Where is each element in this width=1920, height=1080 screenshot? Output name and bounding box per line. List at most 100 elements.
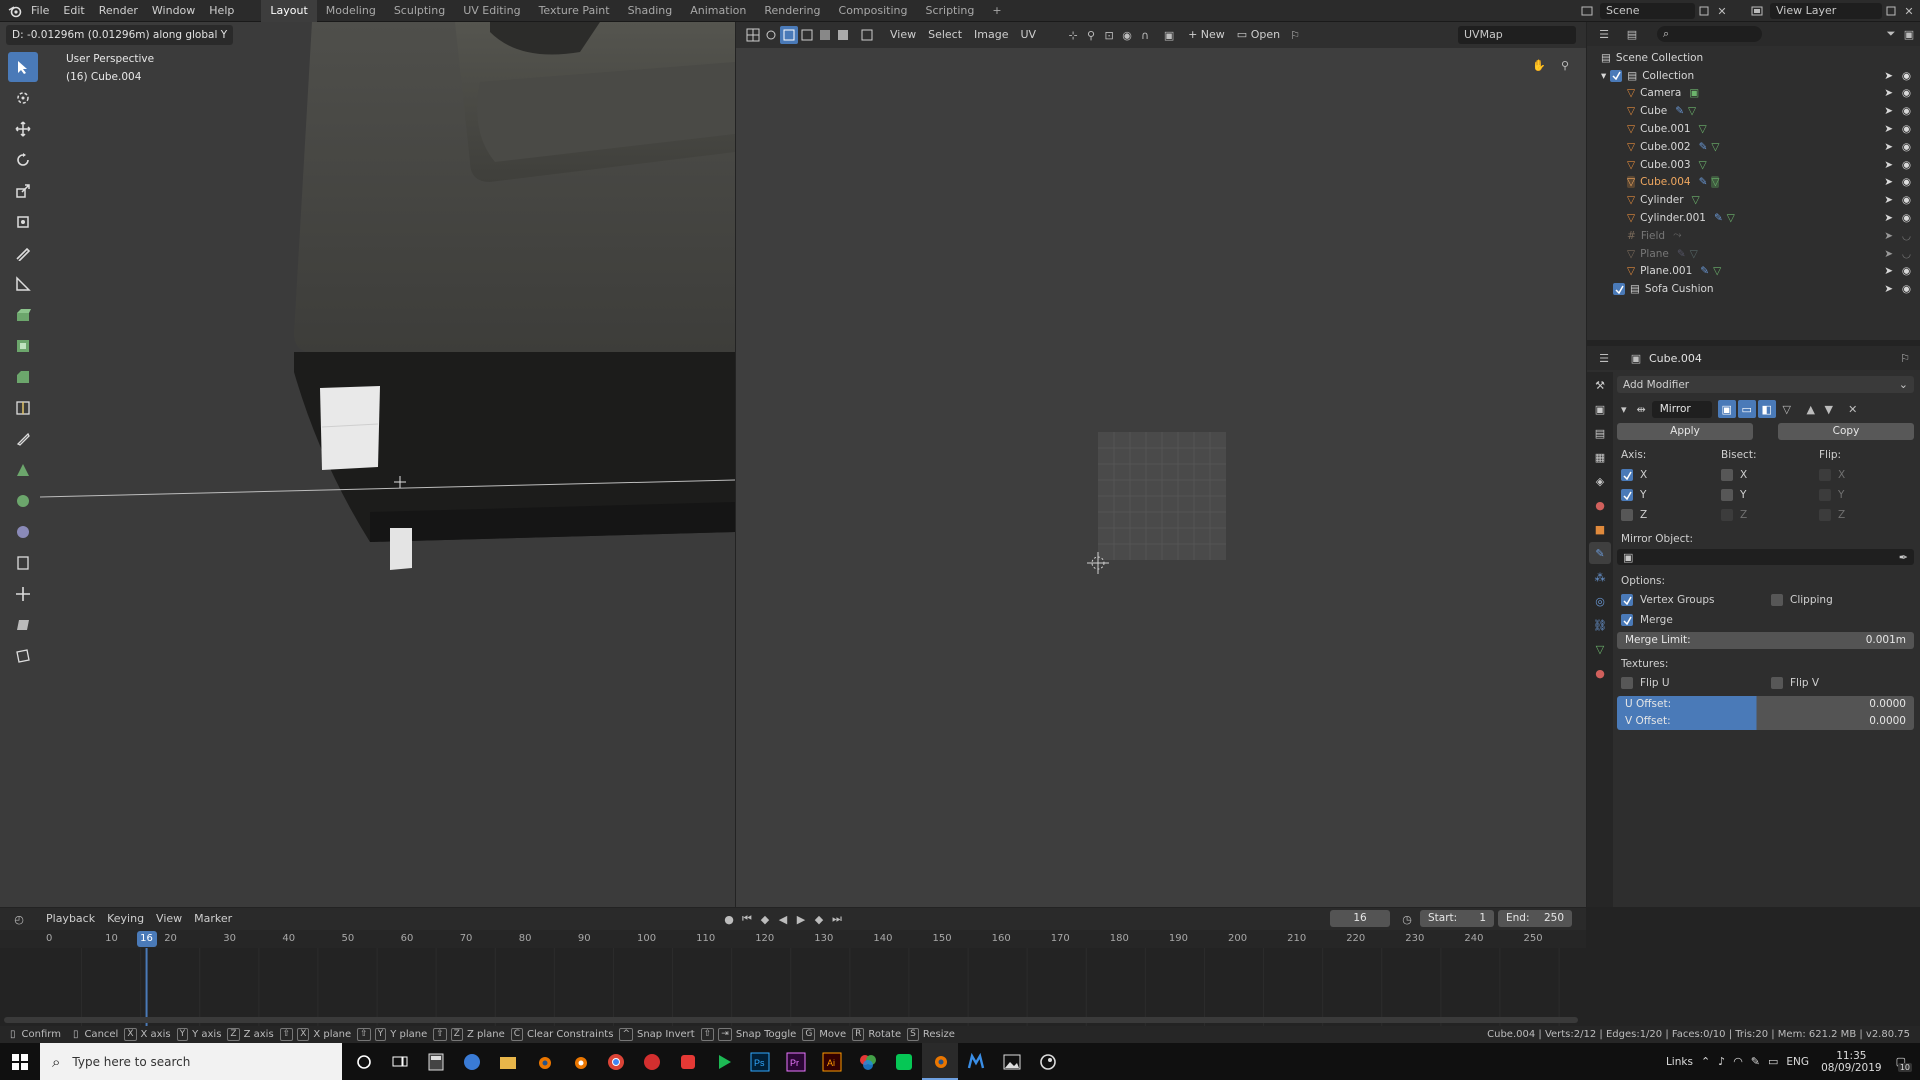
tab-scripting[interactable]: Scripting [916,0,983,22]
eye-icon[interactable]: ◉ [1902,265,1911,277]
axis-z-checkbox[interactable]: Z [1621,509,1721,521]
premiere-icon[interactable]: Pr [778,1043,814,1080]
tab-layout[interactable]: Layout [261,0,317,22]
eye-icon[interactable]: ◉ [1902,212,1911,224]
timeline[interactable]: ◴ Playback Keying View Marker ● ⏮ ◆ ◀ ▶ … [0,908,1586,1031]
object-tab-icon[interactable]: ■ [1589,518,1611,540]
add-modifier-dropdown[interactable]: Add Modifier ⌄ [1617,376,1914,393]
shrink-fatten-tool[interactable] [8,579,38,609]
chrome-icon[interactable] [598,1043,634,1080]
eye-icon[interactable]: ◉ [1902,194,1911,206]
outliner-row-camera[interactable]: ▽ Camera ▣ ➤ ◉ [1595,85,1913,103]
face-select-icon[interactable] [816,26,834,44]
uvmap-selector[interactable]: UVMap [1458,26,1576,44]
timeline-scrollbar[interactable] [4,1017,1578,1023]
edit-mode-toggle-icon[interactable]: ▣ [1717,400,1736,418]
select-arrow-icon[interactable]: ➤ [1884,105,1893,117]
menu-window[interactable]: Window [145,0,202,22]
copy-button[interactable]: Copy [1778,423,1914,440]
select-arrow-icon[interactable]: ➤ [1884,141,1893,153]
language-indicator[interactable]: ENG [1786,1056,1809,1068]
eye-icon[interactable]: ◉ [1902,105,1911,117]
copy-view-layer-icon[interactable] [1882,2,1900,20]
open-image-button[interactable]: ▭ Open [1231,26,1286,44]
flip-u-checkbox[interactable]: Flip U [1621,677,1771,689]
add-workspace-button[interactable]: + [983,0,1010,22]
outliner-row-cube-003[interactable]: ▽ Cube.003 ▽ ➤ ◉ [1595,156,1913,174]
sticky-mode-icon[interactable] [858,26,876,44]
jump-keyframe-forward-icon[interactable]: ◆ [810,910,828,928]
axis-x-checkbox[interactable]: X [1621,469,1721,481]
vertex-select-icon[interactable] [780,26,798,44]
outliner-row-collection[interactable]: ▾ ▤ Collection ➤ ◉ [1595,67,1913,85]
select-arrow-icon[interactable]: ➤ [1884,176,1893,188]
flip-z-checkbox[interactable]: Z [1819,509,1845,521]
uv-menu-image[interactable]: Image [968,26,1014,44]
move-up-icon[interactable]: ▲ [1802,400,1820,418]
outliner-row-scene-collection[interactable]: ▤ Scene Collection [1595,49,1913,67]
tab-texture-paint[interactable]: Texture Paint [530,0,619,22]
select-arrow-icon[interactable]: ➤ [1884,70,1893,82]
island-select-icon[interactable] [834,26,852,44]
blender-active-icon[interactable] [922,1043,958,1080]
bisect-y-checkbox[interactable]: Y [1721,489,1819,501]
record-icon[interactable]: ● [720,910,738,928]
outliner-row-cube-001[interactable]: ▽ Cube.001 ▽ ➤ ◉ [1595,120,1913,138]
tab-uv-editing[interactable]: UV Editing [454,0,529,22]
outliner-row-cube[interactable]: ▽ Cube ✎ ▽ ➤ ◉ [1595,102,1913,120]
scene-selector[interactable]: Scene ✕ [1578,0,1731,22]
edge-browser-icon[interactable] [454,1043,490,1080]
start-frame-field[interactable]: Start: 1 [1420,910,1494,927]
tab-rendering[interactable]: Rendering [755,0,829,22]
red-app-icon[interactable] [634,1043,670,1080]
bisect-x-checkbox[interactable]: X [1721,469,1819,481]
maya-icon[interactable] [958,1043,994,1080]
move-down-icon[interactable]: ▼ [1820,400,1838,418]
scene-tab-icon[interactable]: ◈ [1589,470,1611,492]
shear-tool[interactable] [8,610,38,640]
material-tab-icon[interactable]: ● [1589,662,1611,684]
eye-icon[interactable]: ◉ [1902,283,1911,295]
menu-render[interactable]: Render [92,0,145,22]
eye-closed-icon[interactable]: ◡ [1902,230,1911,242]
eye-icon[interactable]: ◉ [1902,176,1911,188]
file-explorer-icon[interactable] [490,1043,526,1080]
view-layer-name[interactable]: View Layer [1770,3,1882,19]
expand-icon[interactable]: ▾ [1601,70,1606,82]
menu-edit[interactable]: Edit [56,0,91,22]
jump-start-icon[interactable]: ⏮ [738,910,756,928]
taskbar-search-input[interactable]: ⌕ Type here to search [40,1043,342,1080]
tab-modeling[interactable]: Modeling [317,0,385,22]
jump-end-icon[interactable]: ⏭ [828,910,846,928]
chevron-up-icon[interactable]: ⌃ [1701,1055,1710,1068]
mesh-data-tab-icon[interactable]: ▽ [1589,638,1611,660]
outliner-row-cube-004[interactable]: ▽ Cube.004 ✎ ▽ ➤ ◉ [1595,174,1913,192]
action-center-icon[interactable]: ▢ 10 [1896,1055,1912,1072]
windows-start-icon[interactable] [0,1043,40,1080]
eye-icon[interactable]: ◉ [1902,70,1911,82]
apply-button[interactable]: Apply [1617,423,1753,440]
poly-build-tool[interactable] [8,455,38,485]
measure-tool[interactable] [8,269,38,299]
close-scene-icon[interactable]: ✕ [1713,2,1731,20]
select-arrow-icon[interactable]: ➤ [1884,283,1893,295]
timeline-menu-keying[interactable]: Keying [101,910,150,928]
edge-select-icon[interactable] [798,26,816,44]
falloff-icon[interactable]: ∩ [1136,26,1154,44]
select-arrow-icon[interactable]: ➤ [1884,194,1893,206]
outliner-type-icon[interactable]: ☰ [1595,25,1613,43]
bisect-z-checkbox[interactable]: Z [1721,509,1819,521]
bevel-tool[interactable] [8,362,38,392]
pin-icon[interactable]: ⚐ [1896,349,1914,367]
eye-icon[interactable]: ◉ [1902,159,1911,171]
modifier-tab-icon[interactable]: ✎ [1589,542,1611,564]
timeline-menu-playback[interactable]: Playback [40,910,101,928]
particles-tab-icon[interactable]: ⁂ [1589,566,1611,588]
merge-limit-field[interactable]: Merge Limit: 0.001m [1617,632,1914,649]
scale-tool[interactable] [8,176,38,206]
viewport-toggle-icon[interactable]: ▭ [1737,400,1756,418]
select-arrow-icon[interactable]: ➤ [1884,123,1893,135]
current-frame-field[interactable]: 16 [1330,910,1390,927]
render-tab-icon[interactable]: ▣ [1589,398,1611,420]
clock-icon[interactable]: ◷ [1398,910,1416,928]
